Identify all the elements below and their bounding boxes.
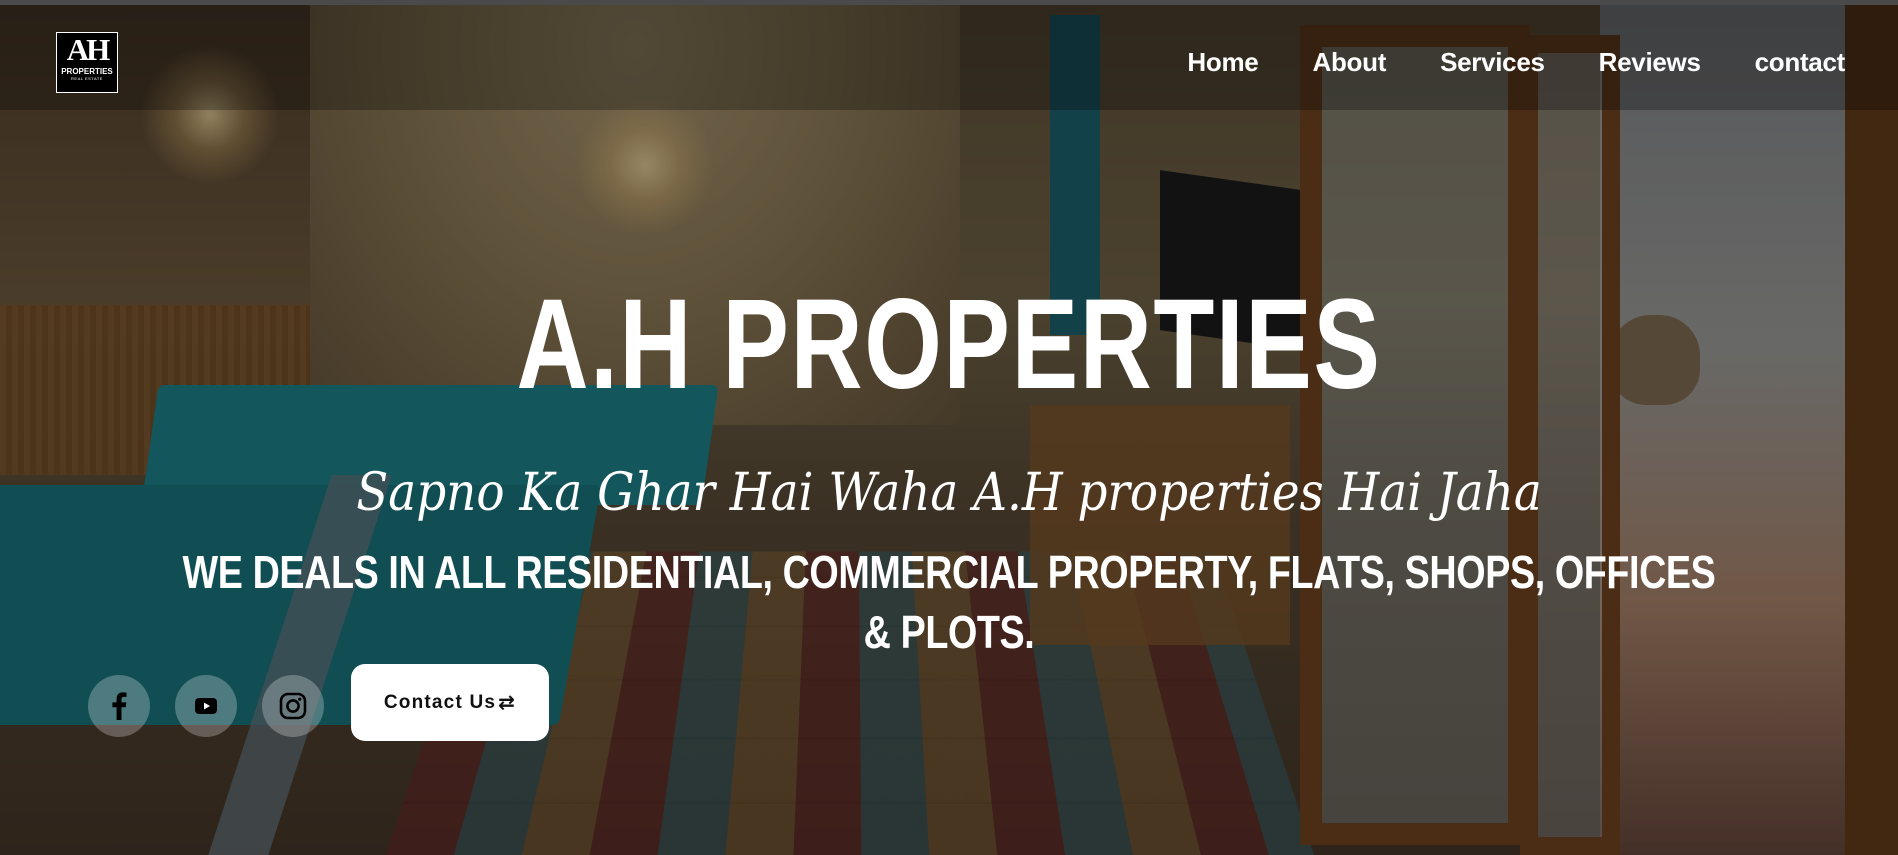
logo-mark: AH xyxy=(66,32,111,67)
nav-services[interactable]: Services xyxy=(1440,47,1545,77)
facebook-button[interactable] xyxy=(88,675,150,737)
contact-us-button[interactable]: Contact Us ⇄ xyxy=(351,664,549,741)
instagram-icon xyxy=(279,692,307,720)
swap-arrows-icon: ⇄ xyxy=(498,692,517,714)
logo-name: PROPERTIES xyxy=(61,67,113,76)
youtube-button[interactable] xyxy=(175,675,237,737)
nav-about[interactable]: About xyxy=(1312,47,1386,77)
hero-subtitle: WE DEALS IN ALL RESIDENTIAL, COMMERCIAL … xyxy=(182,546,1716,658)
youtube-icon xyxy=(195,698,217,714)
instagram-button[interactable] xyxy=(262,675,324,737)
hero-title: A.H PROPERTIES xyxy=(516,273,1382,416)
nav-contact[interactable]: contact xyxy=(1755,47,1846,77)
hero-tagline: Sapno Ka Ghar Hai Waha A.H properties Ha… xyxy=(356,463,1542,523)
contact-us-label: Contact Us xyxy=(383,691,497,713)
nav-reviews[interactable]: Reviews xyxy=(1599,47,1701,77)
site-header: AH PROPERTIES REAL ESTATE Home About Ser… xyxy=(0,5,1898,110)
facebook-icon xyxy=(112,692,127,720)
nav-home[interactable]: Home xyxy=(1187,47,1258,77)
site-logo[interactable]: AH PROPERTIES REAL ESTATE xyxy=(56,32,118,93)
main-nav: Home About Services Reviews contact xyxy=(1187,47,1845,77)
logo-subtitle: REAL ESTATE xyxy=(71,76,103,81)
